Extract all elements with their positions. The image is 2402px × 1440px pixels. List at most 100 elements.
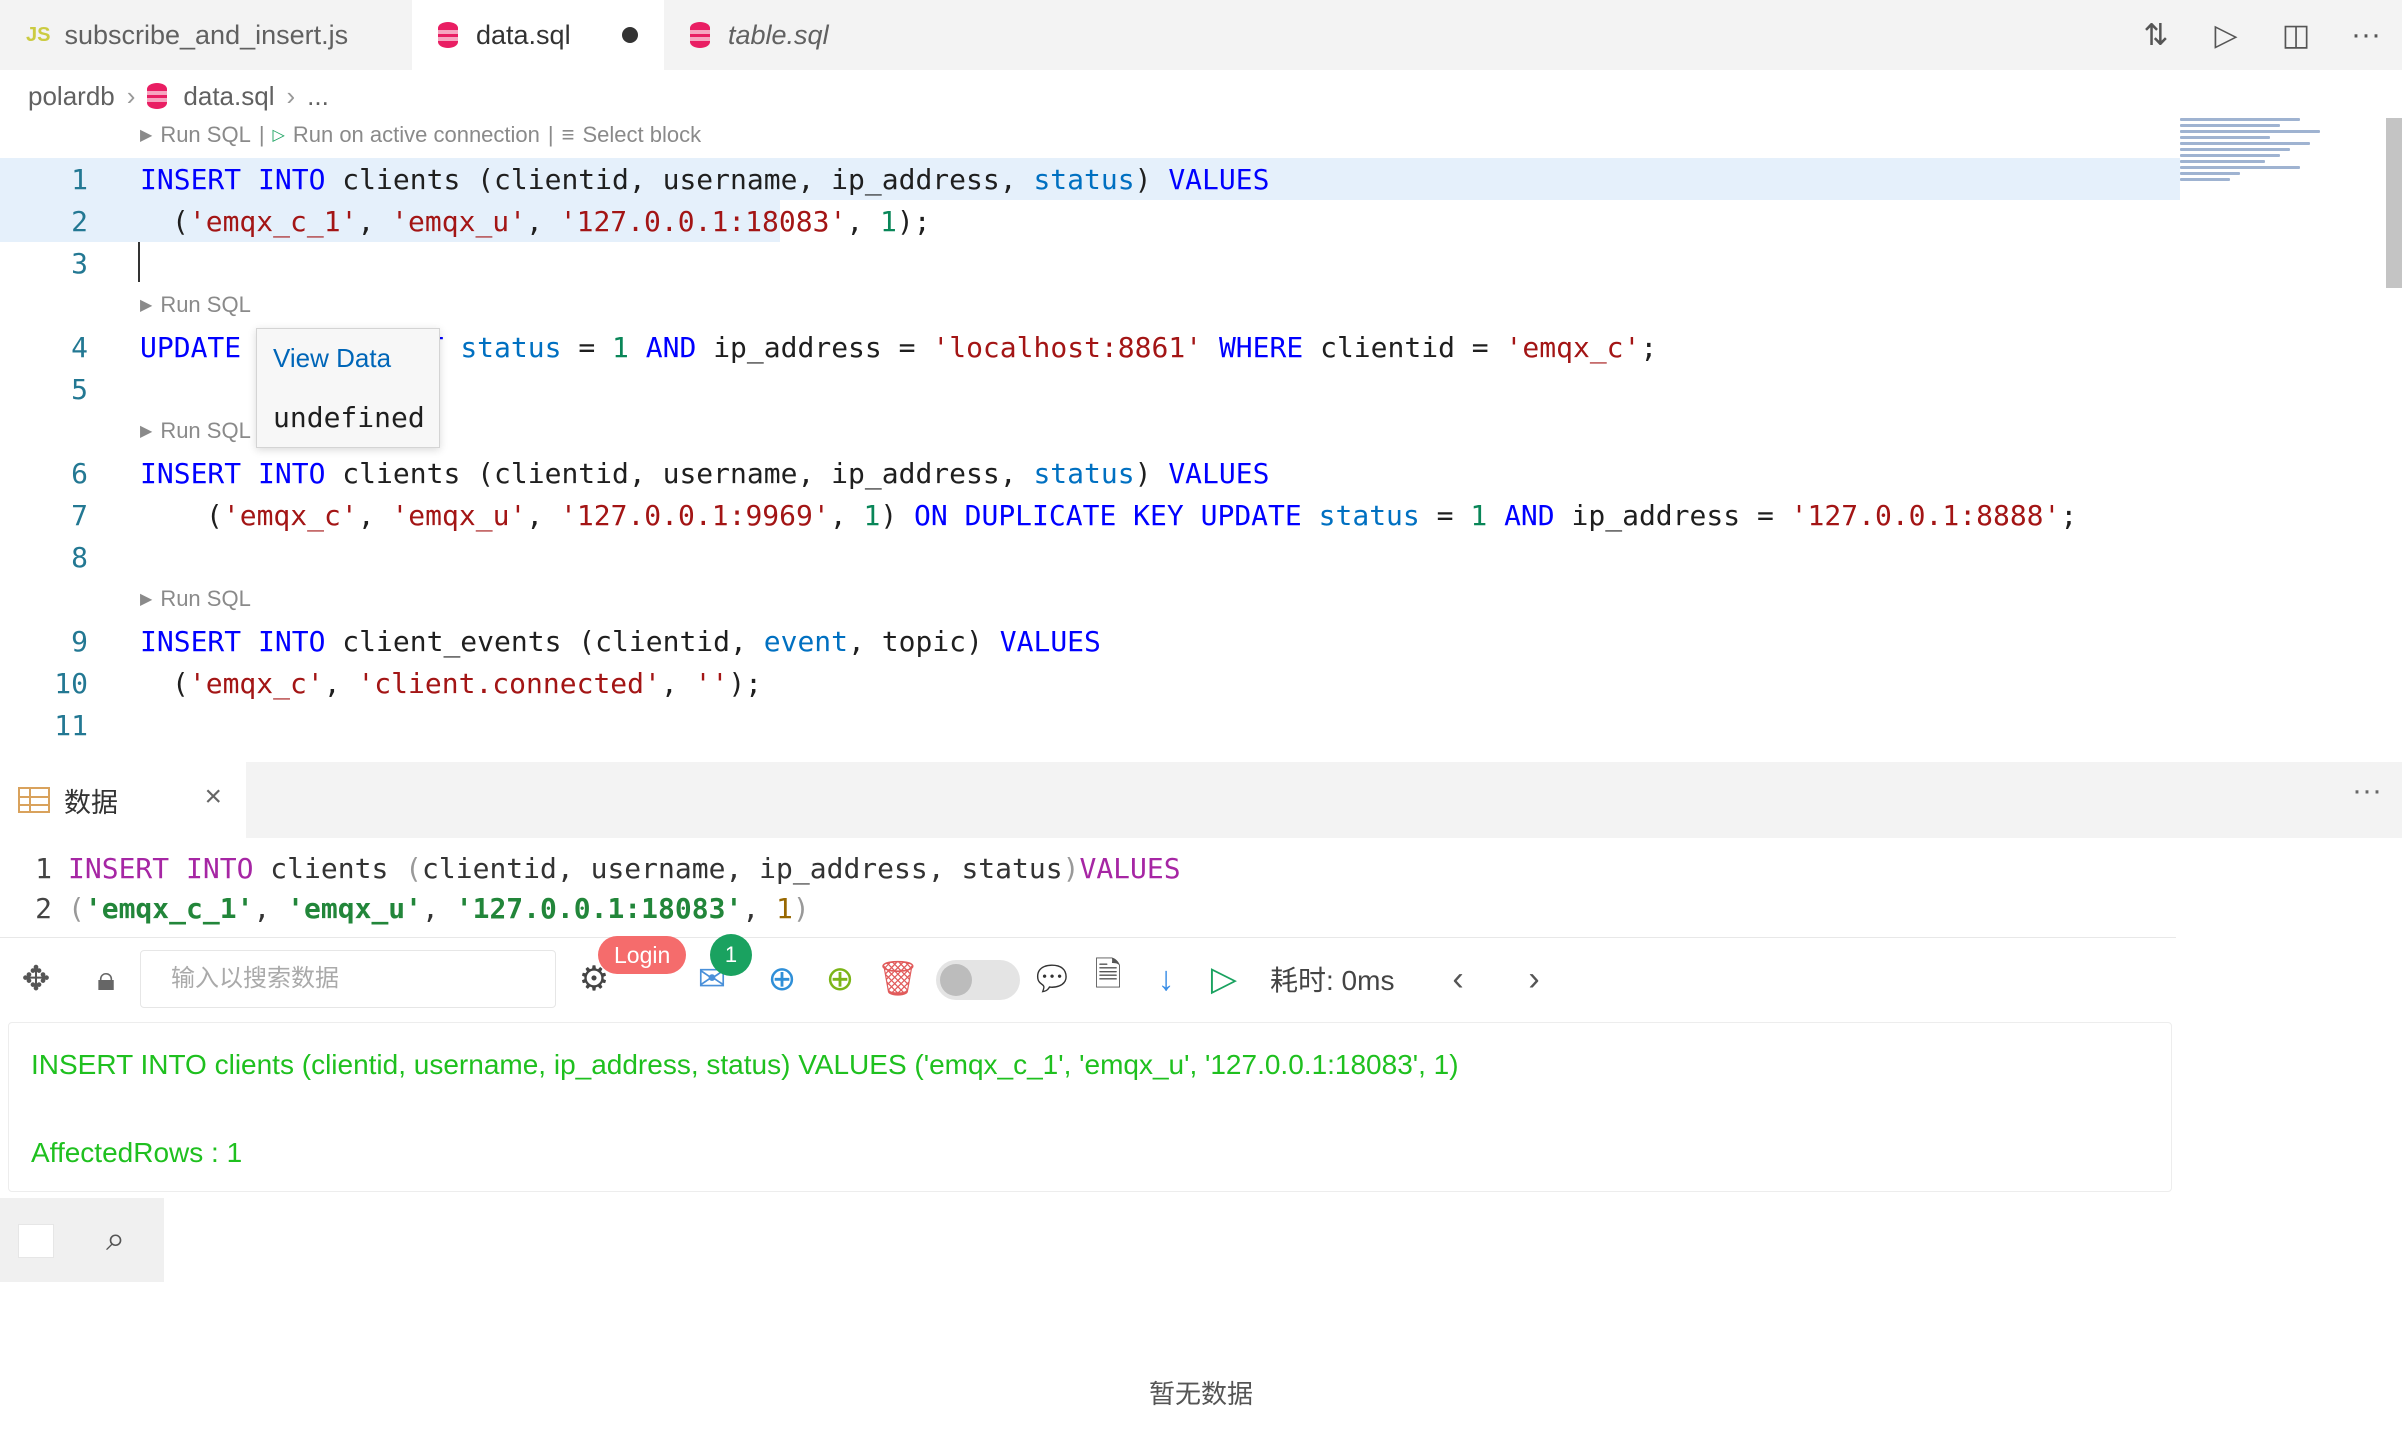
code-text: INSERT INTO clients (clientid, username,… bbox=[140, 456, 1270, 490]
more-icon[interactable]: ··· bbox=[2352, 774, 2382, 808]
code-line: 6 INSERT INTO clients (clientid, usernam… bbox=[0, 452, 2180, 494]
breadcrumb-file[interactable]: data.sql bbox=[183, 81, 274, 112]
run-sql-link[interactable]: Run SQL bbox=[160, 122, 251, 148]
chevron-right-icon: › bbox=[126, 80, 136, 111]
chevron-right-icon: › bbox=[286, 80, 296, 111]
data-toolbar: ✥ 🔒︎ 输入以搜索数据 ⚙ Login ✉ 1 ⊕ ⊕ 🗑︎ 💬︎ 🗎 ↓ ▷… bbox=[0, 934, 2402, 1012]
editor-tab-bar: JS subscribe_and_insert.js data.sql tabl… bbox=[0, 0, 2402, 70]
add-row-icon[interactable]: ⊕ bbox=[760, 946, 804, 1012]
split-editor-icon[interactable]: ◫ bbox=[2280, 18, 2312, 53]
document-icon[interactable]: 🗎 bbox=[1086, 946, 1130, 1012]
breadcrumb-tail[interactable]: ... bbox=[307, 81, 329, 112]
search-input[interactable]: 输入以搜索数据 bbox=[140, 950, 556, 1008]
more-actions-icon[interactable]: ··· bbox=[2350, 18, 2382, 52]
editor-scrollbar[interactable] bbox=[2386, 118, 2402, 288]
hover-value: undefined bbox=[273, 401, 425, 434]
javascript-file-icon: JS bbox=[26, 23, 51, 46]
comment-icon[interactable]: 💬︎ bbox=[1030, 946, 1074, 1012]
empty-state-text: 暂无数据 bbox=[1148, 1379, 1253, 1409]
code-text: INSERT INTO client_events (clientid, eve… bbox=[140, 624, 1101, 658]
line-number: 3 bbox=[71, 246, 88, 280]
run-active-connection-link[interactable]: Run on active connection bbox=[293, 122, 540, 148]
table-grid-icon bbox=[18, 787, 50, 813]
sql-editor[interactable]: ▶ Run SQL | ▷ Run on active connection |… bbox=[0, 118, 2402, 758]
separator: | bbox=[547, 122, 554, 147]
preview-line: 1 INSERT INTO clients (clientid, username… bbox=[0, 848, 1180, 888]
code-line: 11 bbox=[0, 704, 2180, 746]
database-file-icon bbox=[438, 22, 458, 48]
minimap[interactable] bbox=[2180, 118, 2380, 238]
unsaved-dot-icon[interactable] bbox=[622, 27, 638, 43]
close-icon[interactable]: × bbox=[204, 780, 222, 814]
tab-data-sql[interactable]: data.sql bbox=[412, 0, 664, 70]
line-number: 1 bbox=[35, 851, 52, 885]
codelens-block-3: ▶ Run SQL bbox=[140, 416, 251, 446]
code-text: ('emqx_c', 'emqx_u', '127.0.0.1:9969', 1… bbox=[206, 498, 2078, 532]
codelens-block-2: ▶ Run SQL bbox=[140, 290, 251, 320]
tab-label: subscribe_and_insert.js bbox=[64, 19, 349, 50]
line-number: 2 bbox=[35, 891, 52, 925]
select-block-icon: ≡ bbox=[561, 122, 575, 147]
play-icon: ▶ bbox=[140, 297, 153, 314]
view-data-link[interactable]: View Data bbox=[273, 343, 391, 374]
editor-actions: ⇅ ▷ ◫ ··· bbox=[2140, 0, 2382, 70]
codelens-block-4: ▶ Run SQL bbox=[140, 584, 251, 614]
move-icon[interactable]: ✥ bbox=[14, 946, 58, 1012]
breadcrumb: polardb › data.sql › ... bbox=[28, 78, 329, 114]
database-file-icon bbox=[690, 22, 710, 48]
code-line: 10 ('emqx_c', 'client.connected', ''); bbox=[0, 662, 2180, 704]
panel-header: 数据 × ··· bbox=[0, 762, 2402, 838]
line-number: 6 bbox=[71, 456, 88, 490]
line-number: 9 bbox=[71, 624, 88, 658]
preview-line: 2 ('emqx_c_1', 'emqx_u', '127.0.0.1:1808… bbox=[0, 888, 810, 928]
tab-table-sql[interactable]: table.sql bbox=[664, 0, 916, 70]
run-icon[interactable]: ▷ bbox=[2210, 18, 2242, 53]
sql-preview: 1 INSERT INTO clients (clientid, username… bbox=[0, 842, 2176, 938]
search-placeholder: 输入以搜索数据 bbox=[171, 965, 339, 992]
line-number: 2 bbox=[71, 204, 88, 238]
query-result-box: INSERT INTO clients (clientid, username,… bbox=[8, 1022, 2172, 1192]
compare-changes-icon[interactable]: ⇅ bbox=[2140, 18, 2172, 53]
next-page-icon[interactable]: › bbox=[1514, 946, 1554, 1012]
play-outline-icon: ▷ bbox=[272, 127, 285, 144]
code-line: 7 ('emqx_c', 'emqx_u', '127.0.0.1:9969',… bbox=[0, 494, 2180, 536]
lock-icon[interactable]: 🔒︎ bbox=[84, 946, 128, 1012]
code-text: INSERT INTO clients (clientid, username,… bbox=[140, 162, 1270, 196]
hover-popup: View Data undefined bbox=[256, 328, 440, 448]
notification-count-badge: 1 bbox=[710, 934, 752, 976]
breadcrumb-root[interactable]: polardb bbox=[28, 81, 115, 112]
line-number: 7 bbox=[71, 498, 88, 532]
select-all-checkbox[interactable] bbox=[18, 1224, 54, 1258]
run-query-icon[interactable]: ▷ bbox=[1202, 946, 1246, 1012]
login-badge[interactable]: Login bbox=[598, 936, 687, 974]
delete-icon[interactable]: 🗑︎ bbox=[876, 946, 920, 1012]
separator: | bbox=[258, 122, 265, 147]
elapsed-time: 耗时: 0ms bbox=[1270, 965, 1395, 996]
previous-page-icon[interactable]: ‹ bbox=[1438, 946, 1478, 1012]
code-text: ('emqx_c', 'client.connected', ''); bbox=[172, 666, 763, 700]
code-line: 3 bbox=[0, 242, 2180, 284]
code-line: 1 INSERT INTO clients (clientid, usernam… bbox=[0, 158, 2180, 200]
select-block-link[interactable]: Select block bbox=[582, 122, 701, 148]
line-number: 8 bbox=[71, 540, 88, 574]
tab-data-panel[interactable]: 数据 × bbox=[0, 762, 246, 838]
codelens-block-1: ▶ Run SQL | ▷ Run on active connection |… bbox=[140, 120, 701, 150]
line-number: 4 bbox=[71, 330, 88, 364]
code-line: 2 ('emqx_c_1', 'emqx_u', '127.0.0.1:1808… bbox=[0, 200, 931, 242]
line-number: 5 bbox=[71, 372, 88, 406]
result-statement: INSERT INTO clients (clientid, username,… bbox=[31, 1049, 1459, 1080]
line-number: 11 bbox=[54, 708, 88, 742]
play-icon: ▶ bbox=[140, 591, 153, 608]
panel-tab-label: 数据 bbox=[64, 787, 118, 818]
tab-subscribe-and-insert[interactable]: JS subscribe_and_insert.js bbox=[0, 0, 412, 70]
tab-label: table.sql bbox=[728, 19, 829, 50]
toggle-switch[interactable] bbox=[936, 960, 1020, 1000]
run-sql-link[interactable]: Run SQL bbox=[160, 586, 251, 612]
play-icon: ▶ bbox=[140, 423, 153, 440]
run-sql-link[interactable]: Run SQL bbox=[160, 418, 251, 444]
code-line: 8 bbox=[0, 536, 2180, 578]
run-sql-link[interactable]: Run SQL bbox=[160, 292, 251, 318]
search-icon[interactable]: ⌕ bbox=[106, 1220, 125, 1259]
add-circle-icon[interactable]: ⊕ bbox=[818, 946, 862, 1012]
export-down-arrow-icon[interactable]: ↓ bbox=[1144, 946, 1188, 1012]
